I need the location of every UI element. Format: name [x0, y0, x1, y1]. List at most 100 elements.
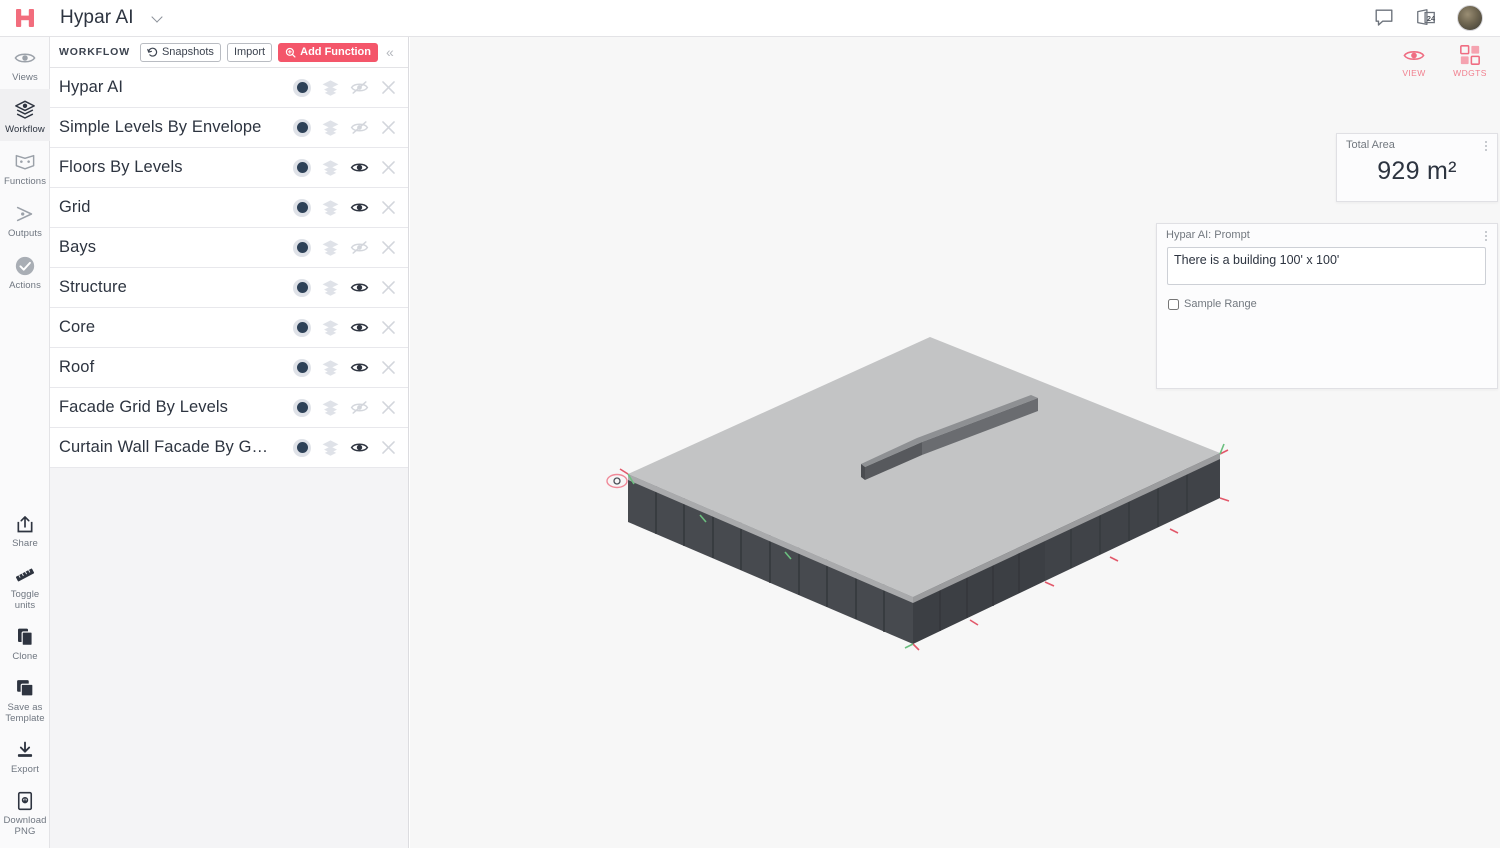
sidebar-item-outputs[interactable]: Outputs: [0, 193, 50, 245]
check-circle-icon: [2, 254, 48, 278]
table-row[interactable]: Core: [50, 308, 408, 348]
kebab-menu-icon[interactable]: [1480, 229, 1492, 243]
workflow-row-actions: [293, 438, 398, 457]
layers-icon[interactable]: [321, 238, 340, 257]
status-dot-icon[interactable]: [293, 278, 311, 297]
eye-icon[interactable]: [350, 158, 369, 177]
sidebar-item-save-as-template[interactable]: Save as Template: [0, 667, 50, 729]
status-dot-icon[interactable]: [293, 398, 311, 417]
eye-off-icon[interactable]: [350, 118, 369, 137]
table-row[interactable]: Simple Levels By Envelope: [50, 108, 408, 148]
hypar-ai-prompt-widget[interactable]: Hypar AI: Prompt Sample Range: [1156, 223, 1498, 389]
workflow-row-label: Floors By Levels: [59, 158, 183, 176]
widgets-grid-icon: [1450, 43, 1490, 67]
comment-bubble-icon[interactable]: [1373, 7, 1395, 29]
status-dot-icon[interactable]: [293, 238, 311, 257]
table-row[interactable]: Grid: [50, 188, 408, 228]
table-row[interactable]: Facade Grid By Levels: [50, 388, 408, 428]
sidebar-label-views: Views: [12, 72, 38, 83]
layers-icon[interactable]: [321, 318, 340, 337]
layers-icon[interactable]: [321, 278, 340, 297]
sidebar-item-download-png[interactable]: Download PNG: [0, 780, 50, 842]
sample-range-checkbox[interactable]: [1168, 298, 1179, 310]
layers-icon[interactable]: [321, 118, 340, 137]
eye-icon[interactable]: [350, 358, 369, 377]
eye-icon[interactable]: [350, 318, 369, 337]
snapshots-button[interactable]: Snapshots: [139, 42, 221, 62]
table-row[interactable]: Structure: [50, 268, 408, 308]
close-icon[interactable]: [379, 278, 398, 297]
close-icon[interactable]: [379, 438, 398, 457]
total-area-widget-header: Total Area: [1337, 134, 1497, 153]
table-row[interactable]: Bays: [50, 228, 408, 268]
total-area-widget[interactable]: Total Area 929 m²: [1336, 133, 1498, 202]
sidebar-item-views[interactable]: Views: [0, 37, 50, 89]
import-button[interactable]: Import: [226, 42, 273, 62]
plus-circle-icon: [285, 47, 296, 58]
eye-icon[interactable]: [350, 438, 369, 457]
eye-icon[interactable]: [350, 278, 369, 297]
avatar[interactable]: [1457, 5, 1483, 31]
origin-marker-icon: [606, 473, 628, 489]
layers-icon[interactable]: [321, 158, 340, 177]
layers-icon[interactable]: [321, 438, 340, 457]
close-icon[interactable]: [379, 158, 398, 177]
status-dot-icon[interactable]: [293, 118, 311, 137]
eye-off-icon[interactable]: [350, 78, 369, 97]
add-function-button[interactable]: Add Function: [278, 42, 378, 62]
sidebar-item-workflow[interactable]: Workflow: [0, 89, 50, 141]
calendar-24-icon[interactable]: 24: [1415, 7, 1437, 29]
prompt-input-wrap: [1157, 243, 1497, 290]
hypar-logo-glyph: [16, 9, 34, 27]
sidebar-item-export[interactable]: Export: [0, 729, 50, 780]
close-icon[interactable]: [379, 118, 398, 137]
sidebar-label-share: Share: [12, 538, 38, 549]
close-icon[interactable]: [379, 398, 398, 417]
sidebar-item-clone[interactable]: Clone: [0, 616, 50, 667]
table-row[interactable]: Curtain Wall Facade By G…: [50, 428, 408, 468]
chevron-double-left-icon[interactable]: «: [386, 45, 394, 59]
close-icon[interactable]: [379, 238, 398, 257]
sidebar-label-outputs: Outputs: [8, 228, 42, 239]
table-row[interactable]: Hypar AI: [50, 68, 408, 108]
sample-range-label[interactable]: Sample Range: [1184, 298, 1257, 310]
close-icon[interactable]: [379, 358, 398, 377]
status-dot-icon[interactable]: [293, 78, 311, 97]
status-dot-icon[interactable]: [293, 158, 311, 177]
eye-off-icon[interactable]: [350, 238, 369, 257]
status-dot-icon[interactable]: [293, 198, 311, 217]
ruler-icon: [2, 563, 48, 587]
kebab-menu-icon[interactable]: [1480, 139, 1492, 153]
workflow-row-label: Roof: [59, 358, 95, 376]
view-toggle-button[interactable]: VIEW: [1394, 43, 1434, 78]
model-viewport[interactable]: VIEW WDGTS Total Area 929 m² Hypar AI: P…: [410, 37, 1500, 848]
sidebar-label-functions: Functions: [3, 176, 47, 187]
sidebar-item-share[interactable]: Share: [0, 503, 50, 554]
table-row[interactable]: Roof: [50, 348, 408, 388]
sidebar-item-toggle-units[interactable]: Toggle units: [0, 554, 50, 616]
layers-icon[interactable]: [321, 78, 340, 97]
workflow-row-actions: [293, 278, 398, 297]
status-dot-icon[interactable]: [293, 358, 311, 377]
sidebar-label-clone: Clone: [12, 651, 38, 662]
chevron-down-icon[interactable]: [152, 12, 164, 24]
eye-icon[interactable]: [350, 198, 369, 217]
total-area-value: 929 m²: [1377, 157, 1457, 185]
table-row[interactable]: Floors By Levels: [50, 148, 408, 188]
eye-off-icon[interactable]: [350, 398, 369, 417]
prompt-input[interactable]: [1167, 247, 1486, 285]
hypar-logo-icon[interactable]: [0, 0, 50, 37]
workflow-panel: WORKFLOW Snapshots Import Add Function «…: [50, 37, 409, 848]
status-dot-icon[interactable]: [293, 318, 311, 337]
close-icon[interactable]: [379, 198, 398, 217]
status-dot-icon[interactable]: [293, 438, 311, 457]
widgets-toggle-button[interactable]: WDGTS: [1450, 43, 1490, 78]
layers-icon[interactable]: [321, 358, 340, 377]
sidebar-label-download-png: Download PNG: [3, 815, 47, 837]
sidebar-item-actions[interactable]: Actions: [0, 245, 50, 297]
close-icon[interactable]: [379, 78, 398, 97]
layers-icon[interactable]: [321, 198, 340, 217]
layers-icon[interactable]: [321, 398, 340, 417]
sidebar-item-functions[interactable]: Functions: [0, 141, 50, 193]
close-icon[interactable]: [379, 318, 398, 337]
